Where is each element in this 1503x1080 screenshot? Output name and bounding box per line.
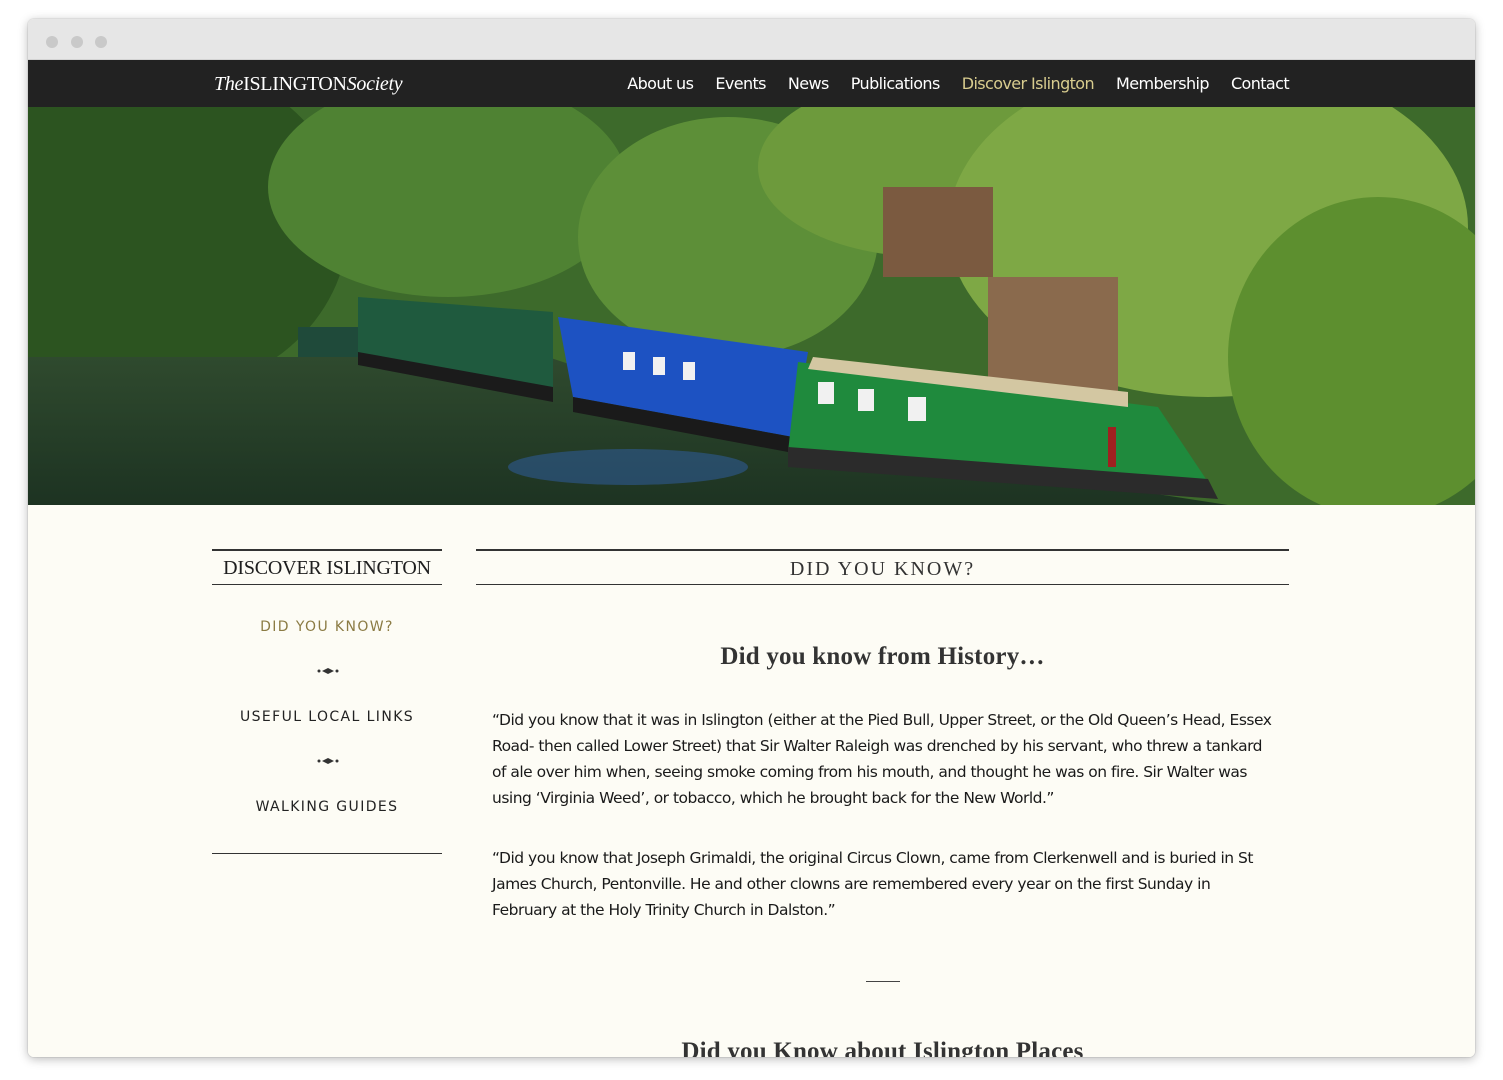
nav-publications[interactable]: Publications bbox=[851, 74, 941, 93]
content-area: DISCOVER ISLINGTON DID YOU KNOW? USEFUL … bbox=[28, 505, 1475, 1057]
main-content: DID YOU KNOW? Did you know from History…… bbox=[476, 549, 1289, 1057]
sidebar-item-walking-guides[interactable]: WALKING GUIDES bbox=[212, 795, 442, 819]
sidebar-item-useful-local-links[interactable]: USEFUL LOCAL LINKS bbox=[212, 705, 442, 729]
minimize-window-icon[interactable] bbox=[71, 36, 83, 48]
logo-main: ISLINGTON bbox=[243, 73, 347, 95]
browser-window: TheISLINGTONSociety About us Events News… bbox=[28, 19, 1475, 1057]
nav-discover-islington[interactable]: Discover Islington bbox=[962, 74, 1095, 93]
main-nav: About us Events News Publications Discov… bbox=[605, 60, 1289, 107]
browser-toolbar bbox=[28, 19, 1475, 60]
nav-news[interactable]: News bbox=[788, 74, 829, 93]
site-header: TheISLINGTONSociety About us Events News… bbox=[28, 60, 1475, 107]
nav-events[interactable]: Events bbox=[715, 74, 766, 93]
site-logo[interactable]: TheISLINGTONSociety bbox=[214, 73, 403, 96]
sidebar-title: DISCOVER ISLINGTON bbox=[212, 549, 442, 585]
page-title: DID YOU KNOW? bbox=[476, 549, 1289, 585]
close-window-icon[interactable] bbox=[46, 36, 58, 48]
sidebar-links: DID YOU KNOW? USEFUL LOCAL LINKS WALKING… bbox=[212, 615, 442, 819]
logo-prefix: The bbox=[214, 73, 244, 95]
ornament-divider-icon bbox=[212, 729, 442, 795]
sidebar-divider bbox=[212, 853, 442, 854]
paragraph-grimaldi: “Did you know that Joseph Grimaldi, the … bbox=[492, 849, 1253, 919]
logo-suffix: Society bbox=[346, 73, 403, 95]
maximize-window-icon[interactable] bbox=[95, 36, 107, 48]
canal-boats-photo bbox=[28, 107, 1475, 505]
nav-membership[interactable]: Membership bbox=[1116, 74, 1210, 93]
section-divider bbox=[865, 981, 900, 982]
section-heading: Did you know from History… bbox=[720, 643, 1045, 670]
paragraph-raleigh: “Did you know that it was in Islington (… bbox=[492, 711, 1272, 807]
sidebar: DISCOVER ISLINGTON DID YOU KNOW? USEFUL … bbox=[212, 549, 442, 854]
hero-image bbox=[28, 107, 1475, 505]
nav-about-us[interactable]: About us bbox=[627, 74, 694, 93]
nav-contact[interactable]: Contact bbox=[1231, 74, 1290, 93]
next-section-heading: Did you Know about Islington Places bbox=[681, 1038, 1084, 1057]
sidebar-item-did-you-know[interactable]: DID YOU KNOW? bbox=[212, 615, 442, 639]
ornament-divider-icon bbox=[212, 639, 442, 705]
